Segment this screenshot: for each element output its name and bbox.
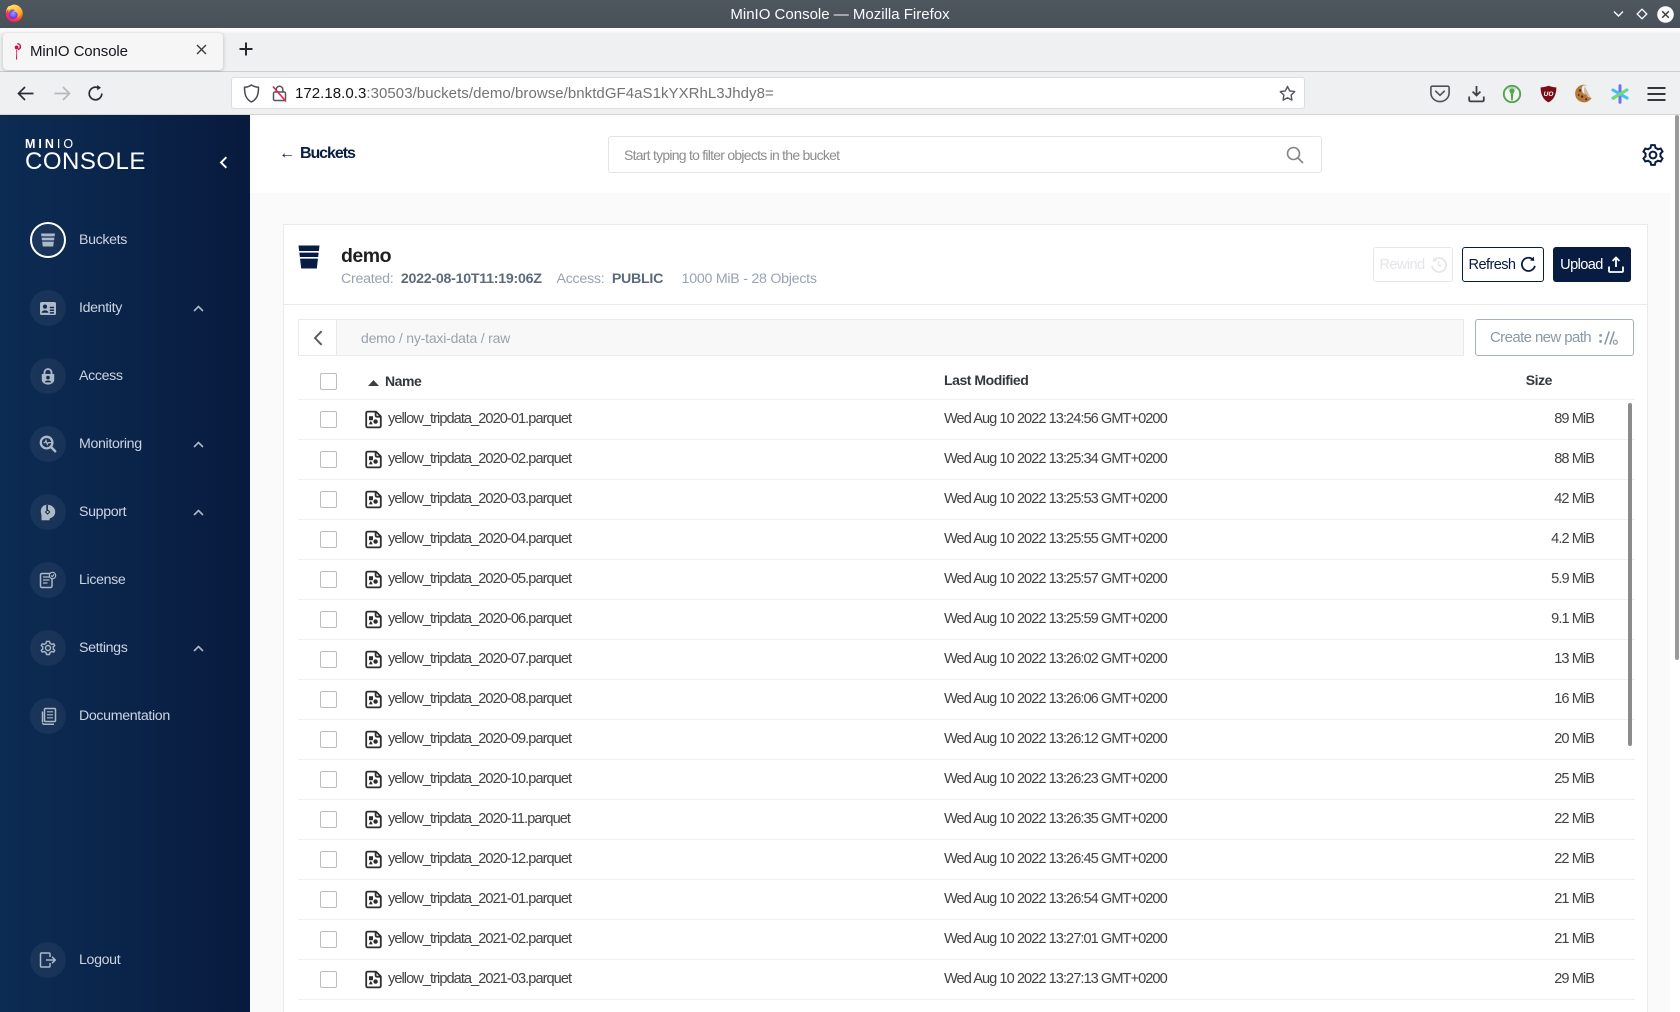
svg-text:UO: UO <box>1543 91 1553 98</box>
